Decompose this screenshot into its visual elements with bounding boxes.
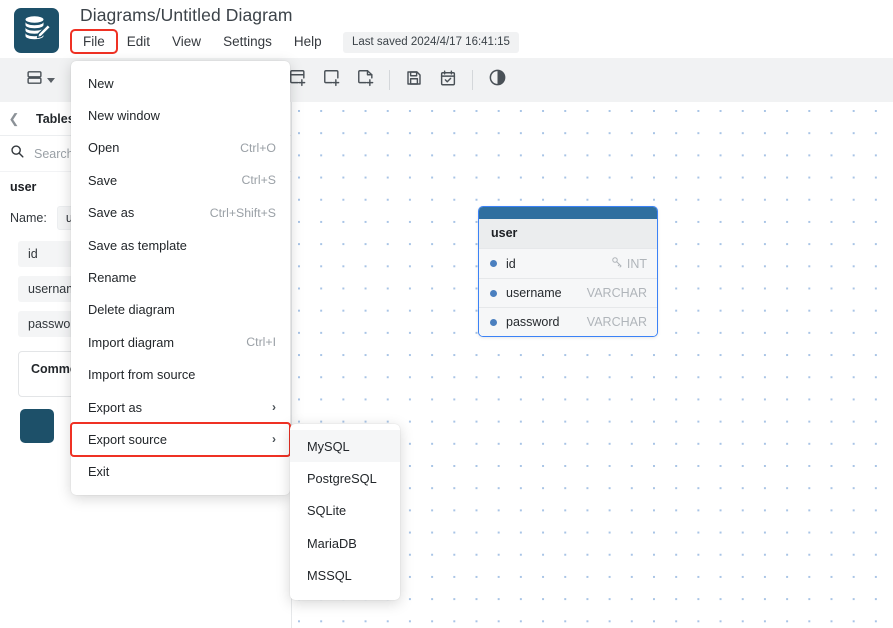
add-area-button[interactable] [314, 65, 348, 95]
field-name: username [506, 286, 562, 300]
submenu-item-sqlite[interactable]: SQLite [290, 495, 400, 527]
calendar-check-icon [439, 69, 457, 92]
menu-item-exit[interactable]: Exit [71, 456, 290, 488]
field-bullet-icon [490, 289, 497, 297]
layout-dropdown-button[interactable] [22, 65, 59, 95]
menu-item-label: Import diagram [88, 334, 175, 350]
menu-item-label: Rename [88, 270, 137, 286]
table-node-user[interactable]: user id INT username VARCHAR password VA… [478, 206, 658, 337]
header: Diagrams/Untitled Diagram File Edit View… [0, 0, 893, 58]
submenu-item-postgresql[interactable]: PostgreSQL [290, 462, 400, 494]
chevron-down-icon [47, 77, 55, 83]
field-type: VARCHAR [586, 315, 647, 329]
table-node-field[interactable]: id INT [479, 248, 657, 278]
menu-item-shortcut: Ctrl+O [240, 140, 276, 155]
last-saved-status: Last saved 2024/4/17 16:41:15 [343, 32, 519, 53]
add-area-icon [322, 68, 341, 92]
menu-item-label: Open [88, 140, 120, 156]
menu-item-new[interactable]: New [71, 67, 290, 99]
half-circle-contrast-icon [488, 68, 507, 92]
field-type: VARCHAR [586, 286, 647, 300]
save-button[interactable] [397, 65, 431, 95]
menu-item-rename[interactable]: Rename [71, 261, 290, 293]
menu-item-import-from-source[interactable]: Import from source [71, 359, 290, 391]
toolbar-add-group [280, 65, 397, 95]
menu-edit[interactable]: Edit [116, 31, 161, 52]
field-bullet-icon [490, 260, 497, 267]
database-pencil-icon [22, 13, 52, 48]
menu-item-label: Save [88, 172, 118, 188]
menu-item-label: New window [88, 108, 160, 124]
menu-item-label: Delete diagram [88, 302, 175, 318]
menu-item-save-as-template[interactable]: Save as template [71, 229, 290, 261]
menu-help[interactable]: Help [283, 31, 333, 52]
menu-item-open[interactable]: Open Ctrl+O [71, 132, 290, 164]
menu-item-label: Import from source [88, 367, 196, 383]
menu-item-new-window[interactable]: New window [71, 99, 290, 131]
field-name: password [506, 315, 560, 329]
name-label: Name: [10, 211, 47, 225]
rows-layout-icon [26, 69, 43, 91]
menu-item-label: Save as template [88, 237, 187, 253]
toolbar-divider [472, 70, 473, 90]
chevron-left-icon[interactable]: ❮ [4, 107, 24, 131]
add-table-icon [288, 68, 307, 92]
app-logo[interactable] [14, 8, 59, 53]
menu-item-export-as[interactable]: Export as › [71, 391, 290, 423]
menu-item-delete-diagram[interactable]: Delete diagram [71, 294, 290, 326]
chevron-right-icon: › [272, 432, 276, 447]
toolbar-divider [389, 70, 390, 90]
menu-settings[interactable]: Settings [212, 31, 283, 52]
key-icon [611, 256, 623, 271]
table-node-title: user [479, 219, 657, 248]
toolbar-left-group [22, 65, 59, 95]
field-type: INT [626, 256, 647, 271]
table-node-field[interactable]: username VARCHAR [479, 278, 657, 307]
add-note-button[interactable] [348, 65, 382, 95]
field-bullet-icon [490, 318, 497, 326]
table-node-field[interactable]: password VARCHAR [479, 307, 657, 336]
menu-item-label: Export source [88, 431, 167, 447]
menu-item-shortcut: Ctrl+S [241, 173, 276, 188]
export-source-submenu: MySQL PostgreSQL SQLite MariaDB MSSQL [290, 424, 400, 600]
chevron-right-icon: › [272, 400, 276, 415]
menu-file[interactable]: File [70, 29, 118, 54]
field-type-wrap: INT [611, 256, 647, 271]
menu-item-label: Export as [88, 399, 143, 415]
table-node-color-bar [479, 207, 657, 219]
submenu-item-mysql[interactable]: MySQL [290, 430, 400, 463]
menu-item-export-source[interactable]: Export source › [70, 422, 291, 457]
field-name: id [506, 256, 516, 271]
menu-item-label: Exit [88, 464, 110, 480]
toolbar-theme-group [480, 65, 514, 95]
file-menu-dropdown: New New window Open Ctrl+O Save Ctrl+S S… [70, 61, 291, 496]
menu-item-label: New [88, 75, 114, 91]
toolbar-save-group [397, 65, 480, 95]
submenu-item-mssql[interactable]: MSSQL [290, 560, 400, 592]
menu-item-shortcut: Ctrl+I [246, 335, 276, 350]
menu-view[interactable]: View [161, 31, 212, 52]
floppy-save-icon [405, 69, 423, 92]
app-root: user id INT username VARCHAR password VA… [0, 0, 893, 628]
menu-item-shortcut: Ctrl+Shift+S [209, 205, 276, 220]
theme-toggle-button[interactable] [480, 65, 514, 95]
search-icon [10, 144, 24, 163]
menu-item-label: Save as [88, 205, 135, 221]
menu-item-import-diagram[interactable]: Import diagram Ctrl+I [71, 326, 290, 358]
page-title: Diagrams/Untitled Diagram [80, 5, 293, 25]
menu-item-save[interactable]: Save Ctrl+S [71, 164, 290, 196]
menu-item-save-as[interactable]: Save as Ctrl+Shift+S [71, 197, 290, 229]
add-note-icon [356, 68, 375, 92]
submenu-item-mariadb[interactable]: MariaDB [290, 527, 400, 559]
menubar: File Edit View Settings Help [70, 29, 333, 54]
table-color-swatch[interactable] [20, 409, 54, 443]
todo-button[interactable] [431, 65, 465, 95]
